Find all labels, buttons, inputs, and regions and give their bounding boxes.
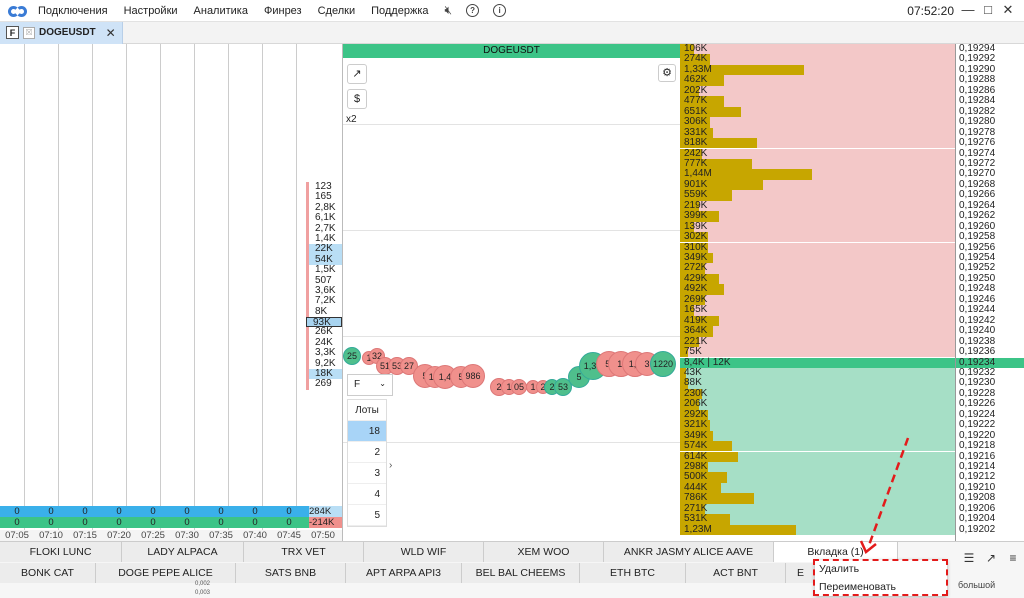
annotation-arrow [859,437,910,554]
